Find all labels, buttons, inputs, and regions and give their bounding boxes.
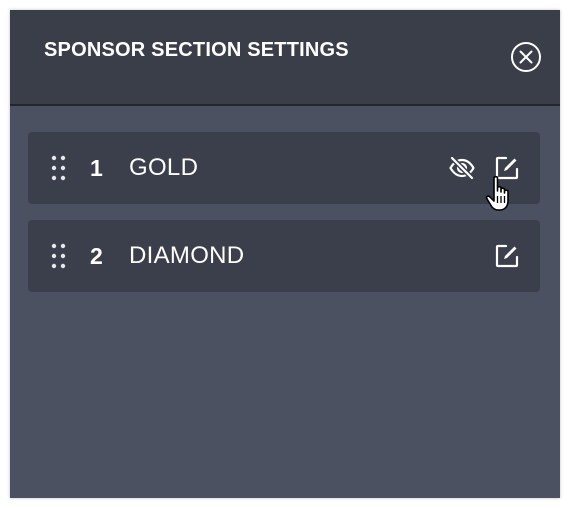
edit-section-button[interactable] — [493, 242, 521, 270]
section-number: 2 — [90, 243, 103, 269]
drag-handle[interactable] — [50, 243, 68, 269]
drag-handle-icon — [51, 243, 66, 269]
drag-handle-icon — [51, 155, 66, 181]
section-label: DIAMOND — [129, 242, 245, 269]
panel-title: SPONSOR SECTION SETTINGS — [44, 39, 349, 61]
sponsor-section-settings-panel: SPONSOR SECTION SETTINGS 1 GOLD 2 DIAMON… — [10, 10, 560, 498]
drag-handle[interactable] — [50, 155, 68, 181]
panel-header: SPONSOR SECTION SETTINGS — [10, 10, 560, 106]
eye-off-icon — [449, 156, 475, 180]
edit-icon — [495, 244, 519, 268]
section-row-gold[interactable]: 1 GOLD — [28, 132, 540, 204]
section-label: GOLD — [129, 154, 199, 181]
edit-icon — [495, 156, 519, 180]
section-row-diamond[interactable]: 2 DIAMOND — [28, 220, 540, 292]
close-button[interactable] — [510, 41, 542, 73]
edit-section-button[interactable] — [493, 154, 521, 182]
hide-section-button[interactable] — [448, 154, 476, 182]
section-number: 1 — [90, 155, 103, 181]
close-circle-icon — [511, 42, 541, 72]
